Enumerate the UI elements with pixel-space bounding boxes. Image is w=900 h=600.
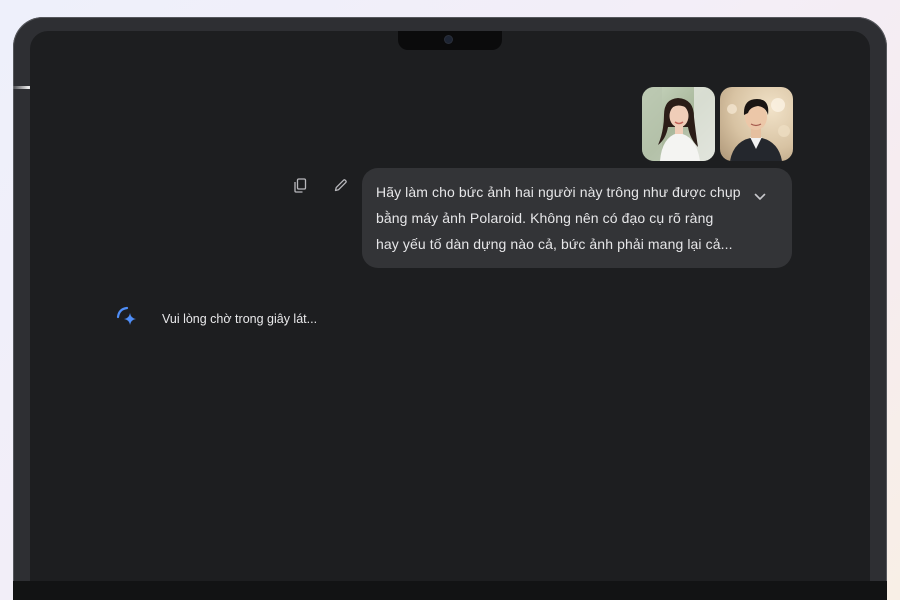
user-message-bubble: Hãy làm cho bức ảnh hai người này trông … [362, 168, 792, 268]
message-line: hay yếu tố dàn dựng nào cả, bức ảnh phải… [376, 236, 733, 252]
copy-icon [294, 177, 307, 193]
edit-button[interactable] [331, 176, 349, 194]
photo-woman-icon [642, 87, 715, 161]
pencil-icon [334, 178, 347, 191]
laptop-bottom-bezel [13, 581, 887, 600]
sparkle-spinner-icon [115, 305, 141, 331]
message-line: bằng máy ảnh Polaroid. Không nên có đạo … [376, 210, 714, 226]
camera-dot [445, 36, 452, 43]
loading-status-text: Vui lòng chờ trong giây lát... [162, 312, 318, 326]
photo-man-icon [720, 87, 793, 161]
message-line: Hãy làm cho bức ảnh hai người này trông … [376, 184, 741, 200]
attachment-photo-woman[interactable] [642, 87, 715, 161]
expand-message-button[interactable] [750, 187, 770, 207]
camera-notch [398, 31, 502, 50]
chevron-down-icon [754, 193, 766, 200]
copy-button[interactable] [291, 176, 309, 194]
attachment-photo-man[interactable] [720, 87, 793, 161]
